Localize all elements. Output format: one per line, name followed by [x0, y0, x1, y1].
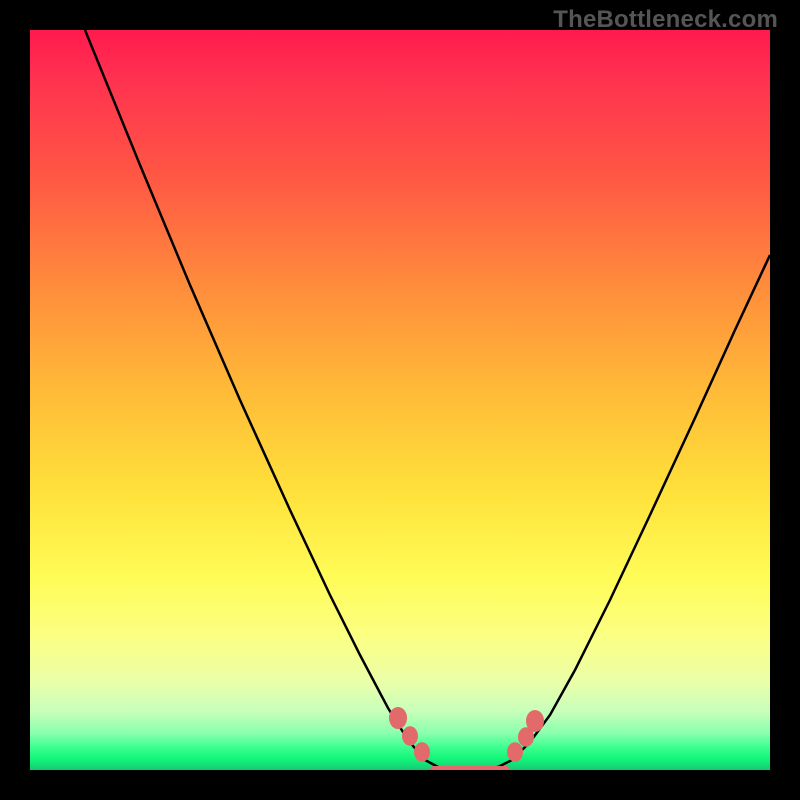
- marker-group: [390, 708, 543, 761]
- curve-svg: [30, 30, 770, 770]
- plot-area: [30, 30, 770, 770]
- curve-marker: [403, 727, 417, 745]
- curve-marker: [519, 728, 533, 746]
- curve-marker: [508, 743, 522, 761]
- bottleneck-curve-line: [85, 30, 770, 769]
- curve-marker: [390, 708, 406, 728]
- curve-marker: [527, 711, 543, 731]
- chart-frame: TheBottleneck.com: [0, 0, 800, 800]
- curve-marker: [415, 743, 429, 761]
- valley-floor-bar: [430, 766, 510, 770]
